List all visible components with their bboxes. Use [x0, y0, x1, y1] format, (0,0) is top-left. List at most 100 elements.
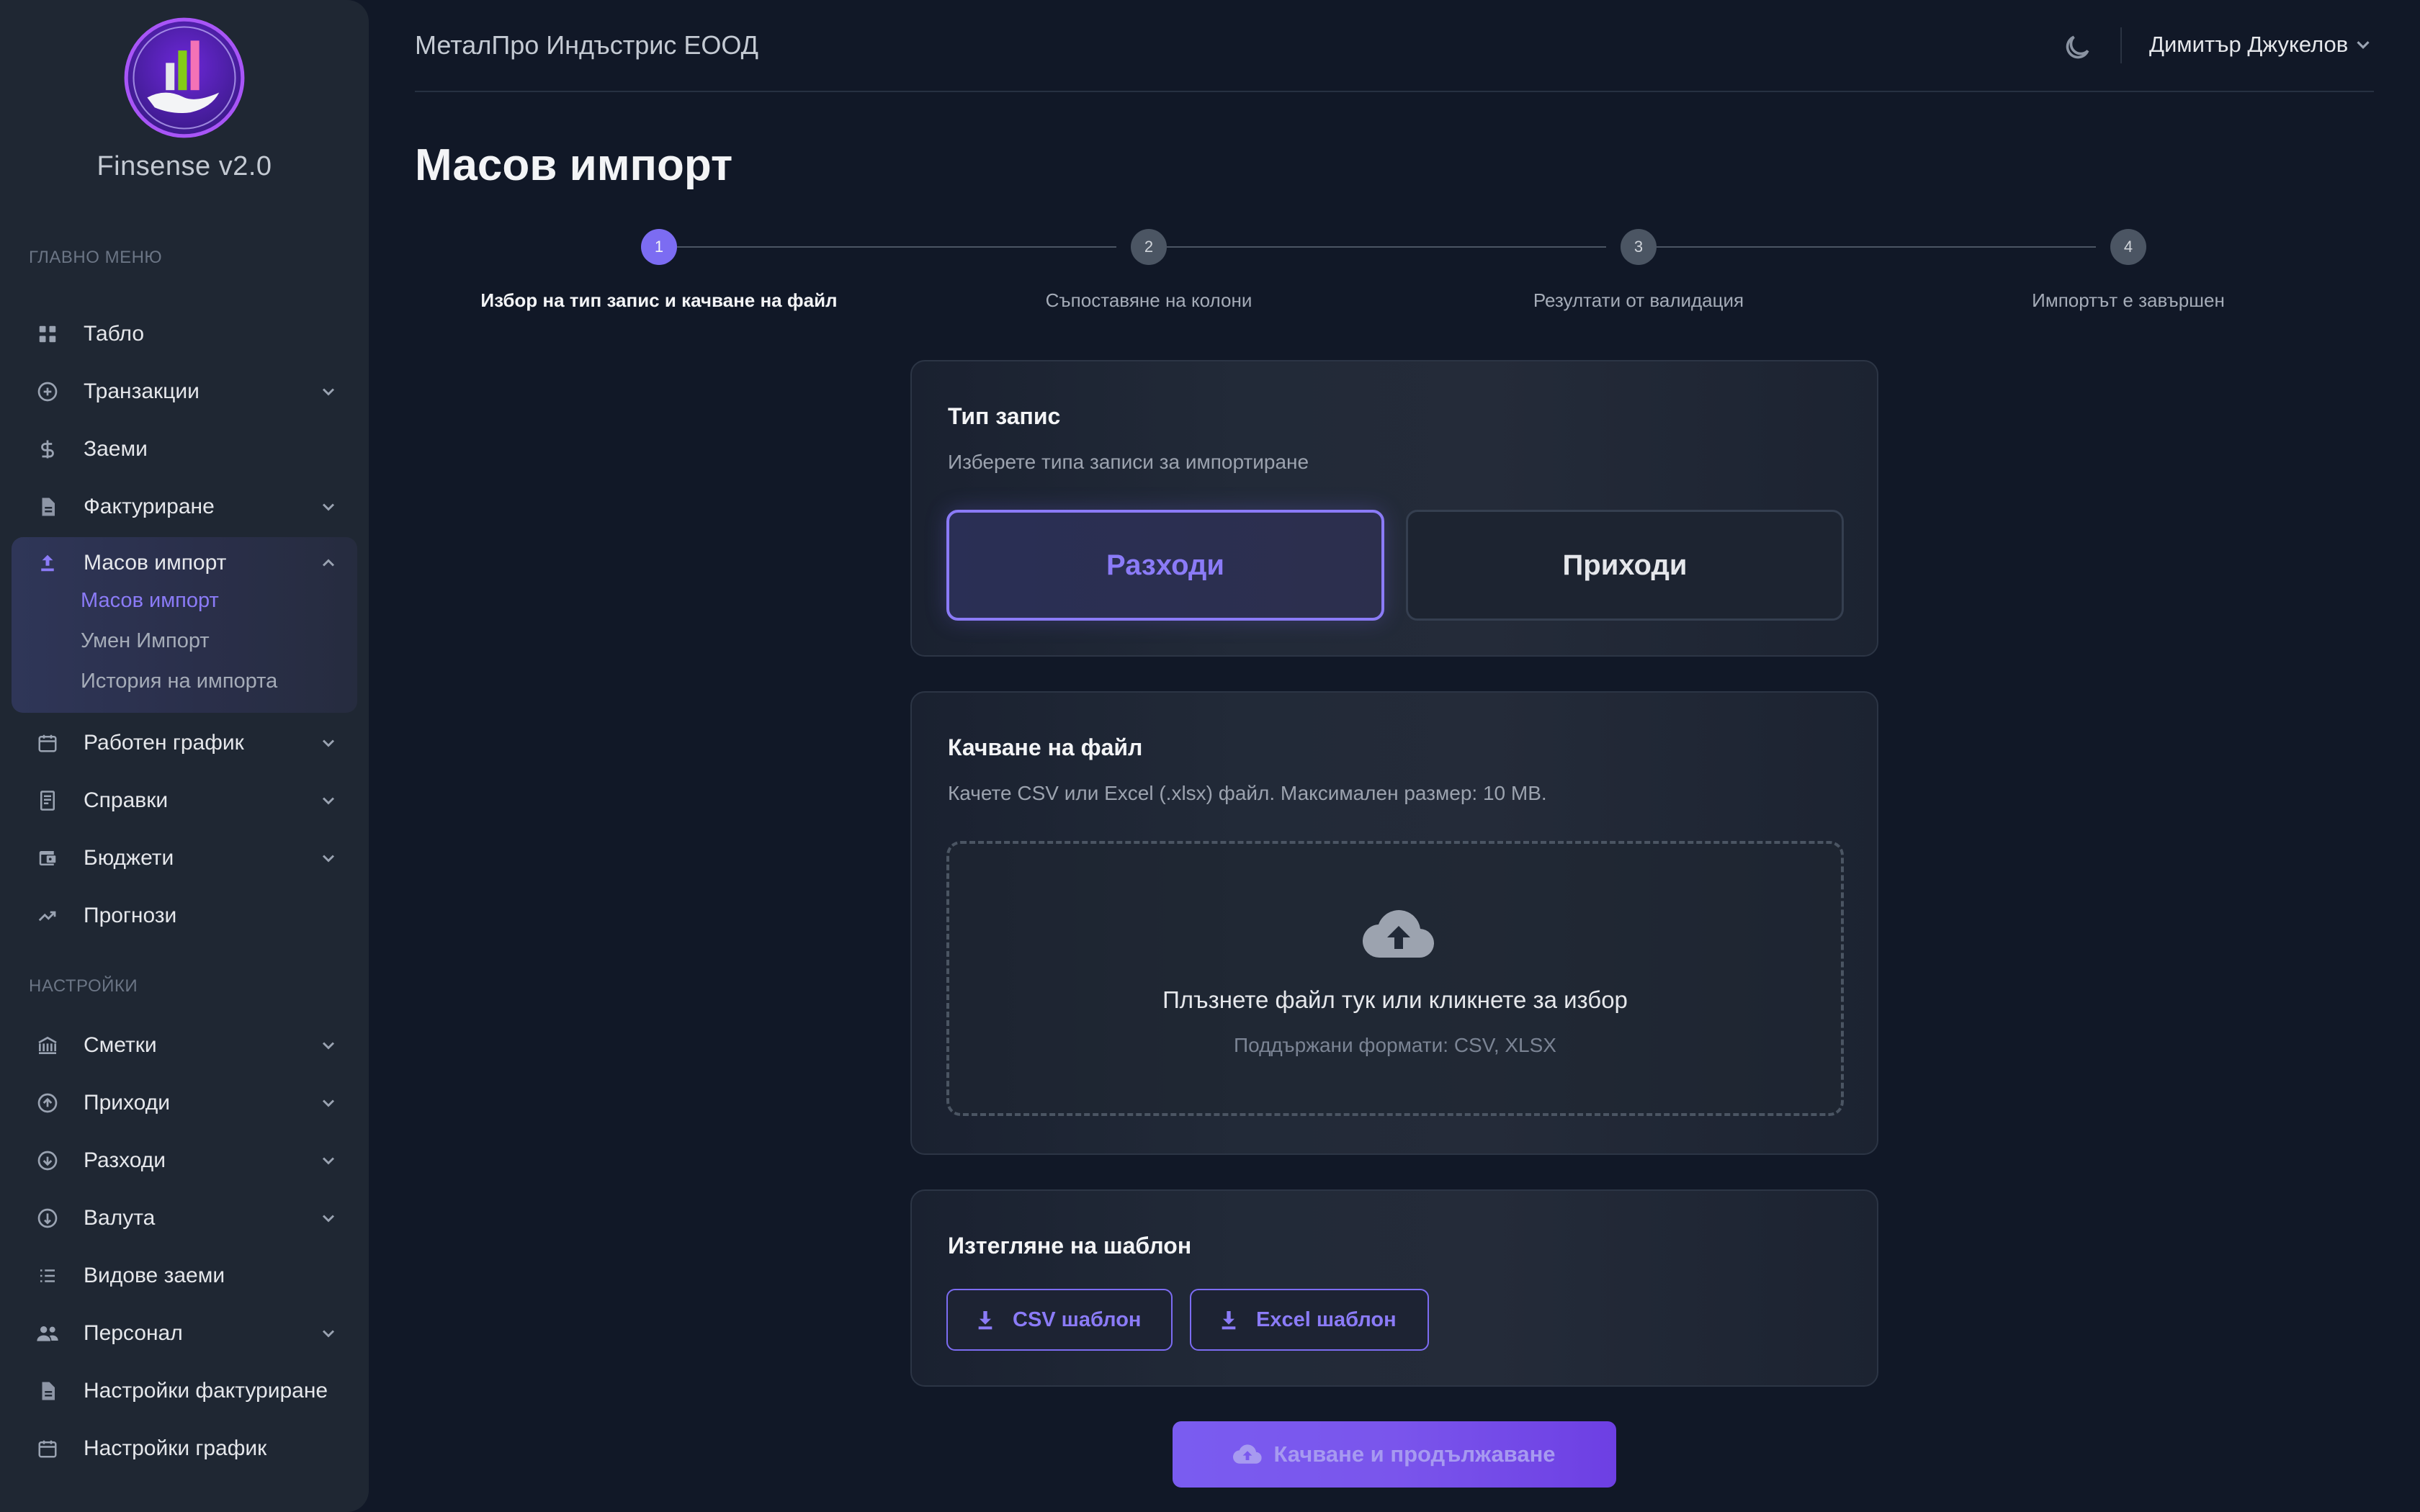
template-download-card: Изтегляне на шаблон CSV шаблон Excel шаб…: [910, 1189, 1878, 1387]
sidebar-item-dashboard[interactable]: Табло: [12, 308, 357, 360]
grid-icon: [33, 320, 62, 348]
sidebar-item-label: Работен график: [84, 731, 244, 755]
expenses-type-button[interactable]: Разходи: [946, 510, 1384, 621]
record-type-card: Тип запис Изберете типа записи за импорт…: [910, 360, 1878, 657]
step-4-label: Импортът е завършен: [2032, 289, 2225, 311]
page-title: Масов импорт: [415, 140, 733, 190]
cloud-upload-icon: [1233, 1444, 1263, 1464]
file-upload-title: Качване на файл: [948, 734, 1143, 760]
excel-template-label: Excel шаблон: [1256, 1308, 1397, 1331]
record-type-description: Изберете типа записи за импортиране: [948, 451, 1309, 473]
chevron-down-icon: [315, 1032, 341, 1058]
arrow-down-circle-icon: [33, 1146, 62, 1175]
chevron-down-icon: [315, 1320, 341, 1346]
brand: Finsense v2.0: [0, 16, 369, 182]
sidebar-item-label: Настройки график: [84, 1436, 267, 1460]
wallet-icon: [33, 844, 62, 873]
finsense-logo: [124, 17, 245, 138]
sidebar-item-budgets[interactable]: Бюджети: [12, 832, 357, 884]
sidebar-item-currency[interactable]: Валута: [12, 1192, 357, 1244]
chevron-up-icon: [315, 550, 341, 576]
stepper-connector: [677, 246, 1116, 248]
sidebar-item-invoicing-settings[interactable]: Настройки фактуриране: [12, 1365, 357, 1417]
document-icon: [33, 1377, 62, 1405]
sidebar-item-label: Фактуриране: [84, 495, 215, 518]
sidebar-item-reports[interactable]: Справки: [12, 775, 357, 827]
moon-icon[interactable]: [2061, 32, 2093, 63]
step-3-label: Резултати от валидация: [1533, 289, 1744, 311]
sidebar-item-label: Табло: [84, 322, 145, 346]
record-type-title: Тип запис: [948, 403, 1061, 429]
sidebar-item-label: Сметки: [84, 1033, 157, 1057]
sidebar-item-label: Бюджети: [84, 846, 174, 870]
sidebar-item-label: Настройки фактуриране: [84, 1379, 328, 1403]
user-name: Димитър Джукелов: [2149, 32, 2349, 57]
sidebar-subitem-bulk-import[interactable]: Масов импорт: [81, 589, 219, 613]
file-upload-card: Качване на файл Качете CSV или Excel (.x…: [910, 691, 1878, 1155]
dollar-icon: [33, 435, 62, 464]
main-menu-label: ГЛАВНО МЕНЮ: [29, 248, 163, 267]
sidebar-item-loans[interactable]: Заеми: [12, 423, 357, 475]
sidebar-item-expenses[interactable]: Разходи: [12, 1135, 357, 1187]
stepper-connector: [1657, 246, 2096, 248]
upload-icon: [33, 549, 62, 577]
upload-continue-button[interactable]: Качване и продължаване: [1173, 1421, 1616, 1488]
file-dropzone[interactable]: Плъзнете файл тук или кликнете за избор …: [946, 841, 1844, 1116]
calendar-icon: [33, 1434, 62, 1463]
sidebar-item-label: Видове заеми: [84, 1264, 225, 1287]
document-icon: [33, 492, 62, 521]
chevron-down-icon: [315, 1148, 341, 1174]
step-2-label: Съпоставяне на колони: [1045, 289, 1252, 311]
download-icon: [1222, 1311, 1236, 1330]
header-divider: [2120, 27, 2122, 63]
sidebar-item-transactions[interactable]: Транзакции: [12, 366, 357, 418]
header-divider-line: [415, 91, 2374, 92]
sidebar-item-staff[interactable]: Персонал: [12, 1308, 357, 1359]
chevron-down-icon: [315, 379, 341, 405]
trending-up-icon: [33, 901, 62, 930]
chevron-down-icon: [315, 730, 341, 756]
step-1-label: Избор на тип запис и качване на файл: [480, 289, 838, 311]
csv-template-label: CSV шаблон: [1013, 1308, 1142, 1331]
user-menu[interactable]: Димитър Джукелов: [2149, 32, 2374, 58]
sidebar-subitem-smart-import[interactable]: Умен Импорт: [81, 629, 210, 653]
list-icon: [33, 1261, 62, 1290]
sidebar-item-label: Валута: [84, 1206, 156, 1230]
currency-circle-icon: [33, 1204, 62, 1233]
sidebar-item-accounts[interactable]: Сметки: [12, 1020, 357, 1071]
plus-circle-icon: [33, 377, 62, 406]
chevron-down-icon: [315, 1090, 341, 1116]
sidebar-item-label: Разходи: [84, 1148, 166, 1172]
upload-continue-label: Качване и продължаване: [1273, 1441, 1556, 1467]
chevron-down-icon: [315, 494, 341, 520]
dropzone-instruction: Плъзнете файл тук или кликнете за избор: [1162, 986, 1628, 1013]
sidebar-item-income[interactable]: Приходи: [12, 1077, 357, 1129]
receipt-icon: [33, 786, 62, 815]
sidebar: Finsense v2.0 ГЛАВНО МЕНЮ Табло Транзакц…: [0, 0, 369, 1512]
dropzone-formats: Поддържани формати: CSV, XLSX: [1234, 1034, 1556, 1056]
sidebar-item-schedule-settings[interactable]: Настройки график: [12, 1423, 357, 1475]
sidebar-item-bulk-import[interactable]: Масов импорт: [12, 537, 357, 589]
sidebar-item-forecasts[interactable]: Прогнози: [12, 890, 357, 942]
sidebar-group-bulk-import: Масов импорт Масов импорт Умен Импорт Ис…: [12, 537, 357, 713]
step-4-indicator: 4: [2110, 229, 2146, 265]
template-download-title: Изтегляне на шаблон: [948, 1233, 1192, 1259]
file-upload-description: Качете CSV или Excel (.xlsx) файл. Макси…: [948, 782, 1547, 804]
chevron-down-icon: [315, 1205, 341, 1231]
income-type-button[interactable]: Приходи: [1406, 510, 1844, 621]
sidebar-item-label: Приходи: [84, 1091, 170, 1115]
sidebar-item-invoicing[interactable]: Фактуриране: [12, 481, 357, 533]
stepper-connector: [1167, 246, 1606, 248]
bank-icon: [33, 1031, 62, 1060]
chevron-down-icon: [315, 845, 341, 871]
sidebar-item-label: Персонал: [84, 1321, 183, 1345]
sidebar-item-label: Прогнози: [84, 904, 177, 927]
download-icon: [978, 1311, 992, 1330]
sidebar-item-work-schedule[interactable]: Работен график: [12, 717, 357, 769]
excel-template-button[interactable]: Excel шаблон: [1190, 1289, 1429, 1351]
csv-template-button[interactable]: CSV шаблон: [946, 1289, 1173, 1351]
sidebar-item-loan-types[interactable]: Видове заеми: [12, 1250, 357, 1302]
sidebar-item-label: Справки: [84, 788, 169, 812]
sidebar-subitem-import-history[interactable]: История на импорта: [81, 670, 277, 693]
app-name: Finsense v2.0: [97, 151, 272, 181]
